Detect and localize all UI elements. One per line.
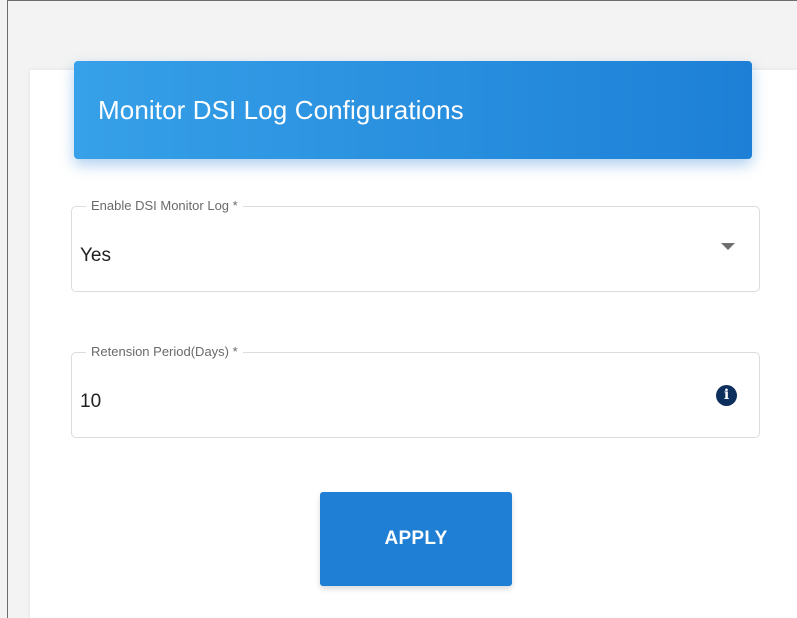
info-icon[interactable]: i [716,385,737,406]
window-left-border [7,0,8,618]
chevron-down-icon[interactable] [721,243,735,250]
apply-button[interactable]: APPLY [320,492,512,586]
retention-period-label: Retension Period(Days) * [86,344,243,360]
enable-log-value: Yes [80,245,111,266]
window-top-border [7,0,797,1]
enable-log-label: Enable DSI Monitor Log * [86,198,243,214]
app-frame: Monitor DSI Log Configurations Enable DS… [0,0,797,618]
enable-log-select[interactable]: Enable DSI Monitor Log * Yes [71,198,760,292]
page-title: Monitor DSI Log Configurations [98,94,464,125]
card-header: Monitor DSI Log Configurations [74,61,752,159]
retention-period-value[interactable]: 10 [80,391,101,413]
retention-period-field[interactable]: Retension Period(Days) * 10 i [71,344,760,438]
